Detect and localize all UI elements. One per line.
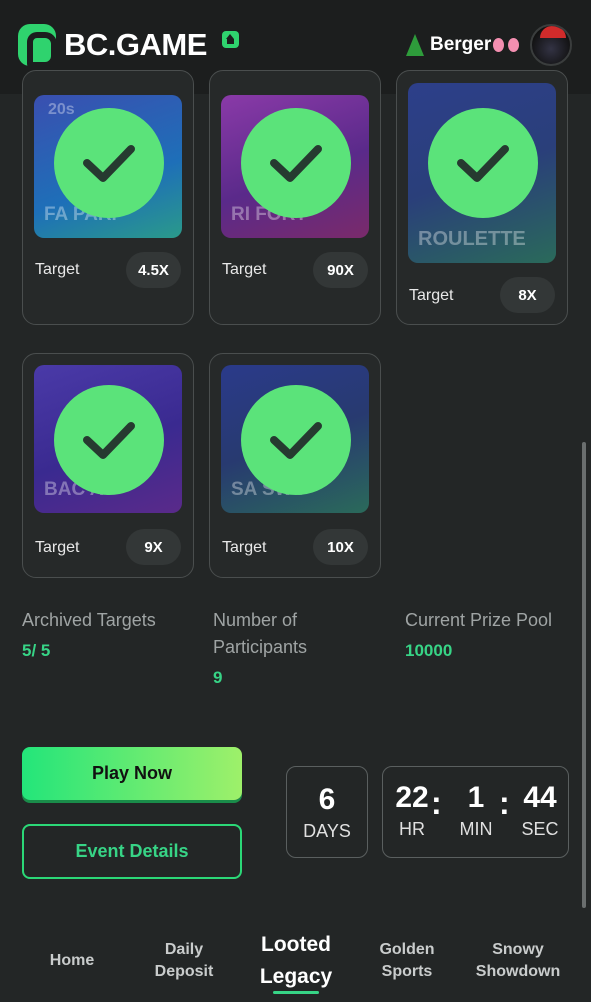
hours-cell: 22 HR — [387, 781, 437, 840]
target-label: Target — [409, 287, 454, 304]
bottom-tab-bar: Home Daily Deposit Looted Legacy Golden … — [0, 920, 591, 1002]
minutes-unit: MIN — [459, 819, 493, 839]
prize-pool-value: 10000 — [405, 641, 453, 660]
target-label: Target — [35, 261, 80, 278]
tab-label: Sports — [381, 963, 433, 980]
seconds-cell: 44 SEC — [515, 781, 565, 840]
checkmark-icon — [241, 385, 351, 495]
target-multiplier: 4.5X — [126, 252, 181, 288]
target-multiplier: 8X — [500, 277, 555, 313]
event-details-button[interactable]: Event Details — [22, 824, 242, 879]
tab-looted-legacy[interactable]: Looted Legacy — [248, 920, 344, 1002]
active-tab-indicator — [273, 991, 319, 994]
tab-label: Home — [49, 952, 95, 969]
user-menu[interactable]: Berger — [406, 34, 520, 56]
christmas-tree-icon — [406, 34, 424, 56]
game-title-art: ROULETTE — [418, 228, 526, 250]
days-unit: DAYS — [303, 821, 351, 841]
site-logo[interactable]: BC.GAME — [18, 24, 207, 68]
tab-label: Showdown — [475, 963, 561, 980]
hours-value: 22 — [395, 781, 429, 814]
bow-icon — [493, 36, 520, 54]
logo-text: BC.GAME — [64, 27, 207, 62]
tab-daily-deposit[interactable]: Daily Deposit — [140, 920, 228, 1002]
tab-label: Golden — [379, 941, 435, 958]
participants-label-line1: Number of — [213, 610, 298, 630]
tab-home[interactable]: Home — [32, 920, 112, 1002]
time-separator: : — [499, 785, 510, 821]
target-label: Target — [222, 539, 267, 556]
tab-snowy-showdown[interactable]: Snowy Showdown — [468, 920, 568, 1002]
seconds-value: 44 — [523, 781, 557, 814]
target-multiplier: 9X — [126, 529, 181, 565]
game-card-ring-of-fortune[interactable]: RI FORT Target 90X — [209, 70, 381, 325]
tab-label: Daily — [164, 941, 204, 958]
archived-targets-value: 5/ 5 — [22, 641, 51, 660]
game-card-fast-parity[interactable]: 20s FA PARI Target 4.5X — [22, 70, 194, 325]
minutes-cell: 1 MIN — [451, 781, 501, 840]
tab-label: Deposit — [154, 963, 214, 980]
target-multiplier: 10X — [313, 529, 368, 565]
checkmark-icon — [54, 385, 164, 495]
checkmark-icon — [428, 108, 538, 218]
game-card-saber-sword[interactable]: SA SWO Target 10X — [209, 353, 381, 578]
minutes-value: 1 — [467, 781, 485, 814]
participants-value: 9 — [213, 668, 223, 687]
hours-unit: HR — [399, 819, 425, 839]
participants-label-line2: Participants — [213, 637, 308, 657]
home-icon[interactable] — [222, 31, 239, 48]
scrollbar[interactable] — [582, 442, 586, 908]
game-card-baccarat[interactable]: BAC AT Target 9X — [22, 353, 194, 578]
avatar[interactable] — [530, 24, 572, 66]
prize-pool-label: Current Prize Pool — [405, 610, 553, 630]
time-separator: : — [431, 785, 442, 821]
countdown-time: 22 HR : 1 MIN : 44 SEC — [382, 766, 569, 858]
tab-label: Snowy — [492, 941, 544, 958]
timer-badge: 20s — [48, 101, 75, 118]
checkmark-icon — [54, 108, 164, 218]
play-now-button[interactable]: Play Now — [22, 747, 242, 800]
days-value: 6 — [318, 783, 336, 816]
seconds-unit: SEC — [521, 819, 559, 839]
target-multiplier: 90X — [313, 252, 368, 288]
tab-label: Legacy — [259, 965, 333, 988]
target-label: Target — [35, 539, 80, 556]
archived-targets-label: Archived Targets — [22, 610, 156, 630]
tab-golden-sports[interactable]: Golden Sports — [364, 920, 450, 1002]
bc-logo-icon — [18, 24, 57, 68]
target-label: Target — [222, 261, 267, 278]
countdown-days: 6 DAYS — [286, 766, 368, 858]
game-card-roulette[interactable]: ROULETTE Target 8X — [396, 70, 568, 325]
checkmark-icon — [241, 108, 351, 218]
tab-label: Looted — [261, 933, 331, 956]
username: Berger — [430, 34, 492, 55]
